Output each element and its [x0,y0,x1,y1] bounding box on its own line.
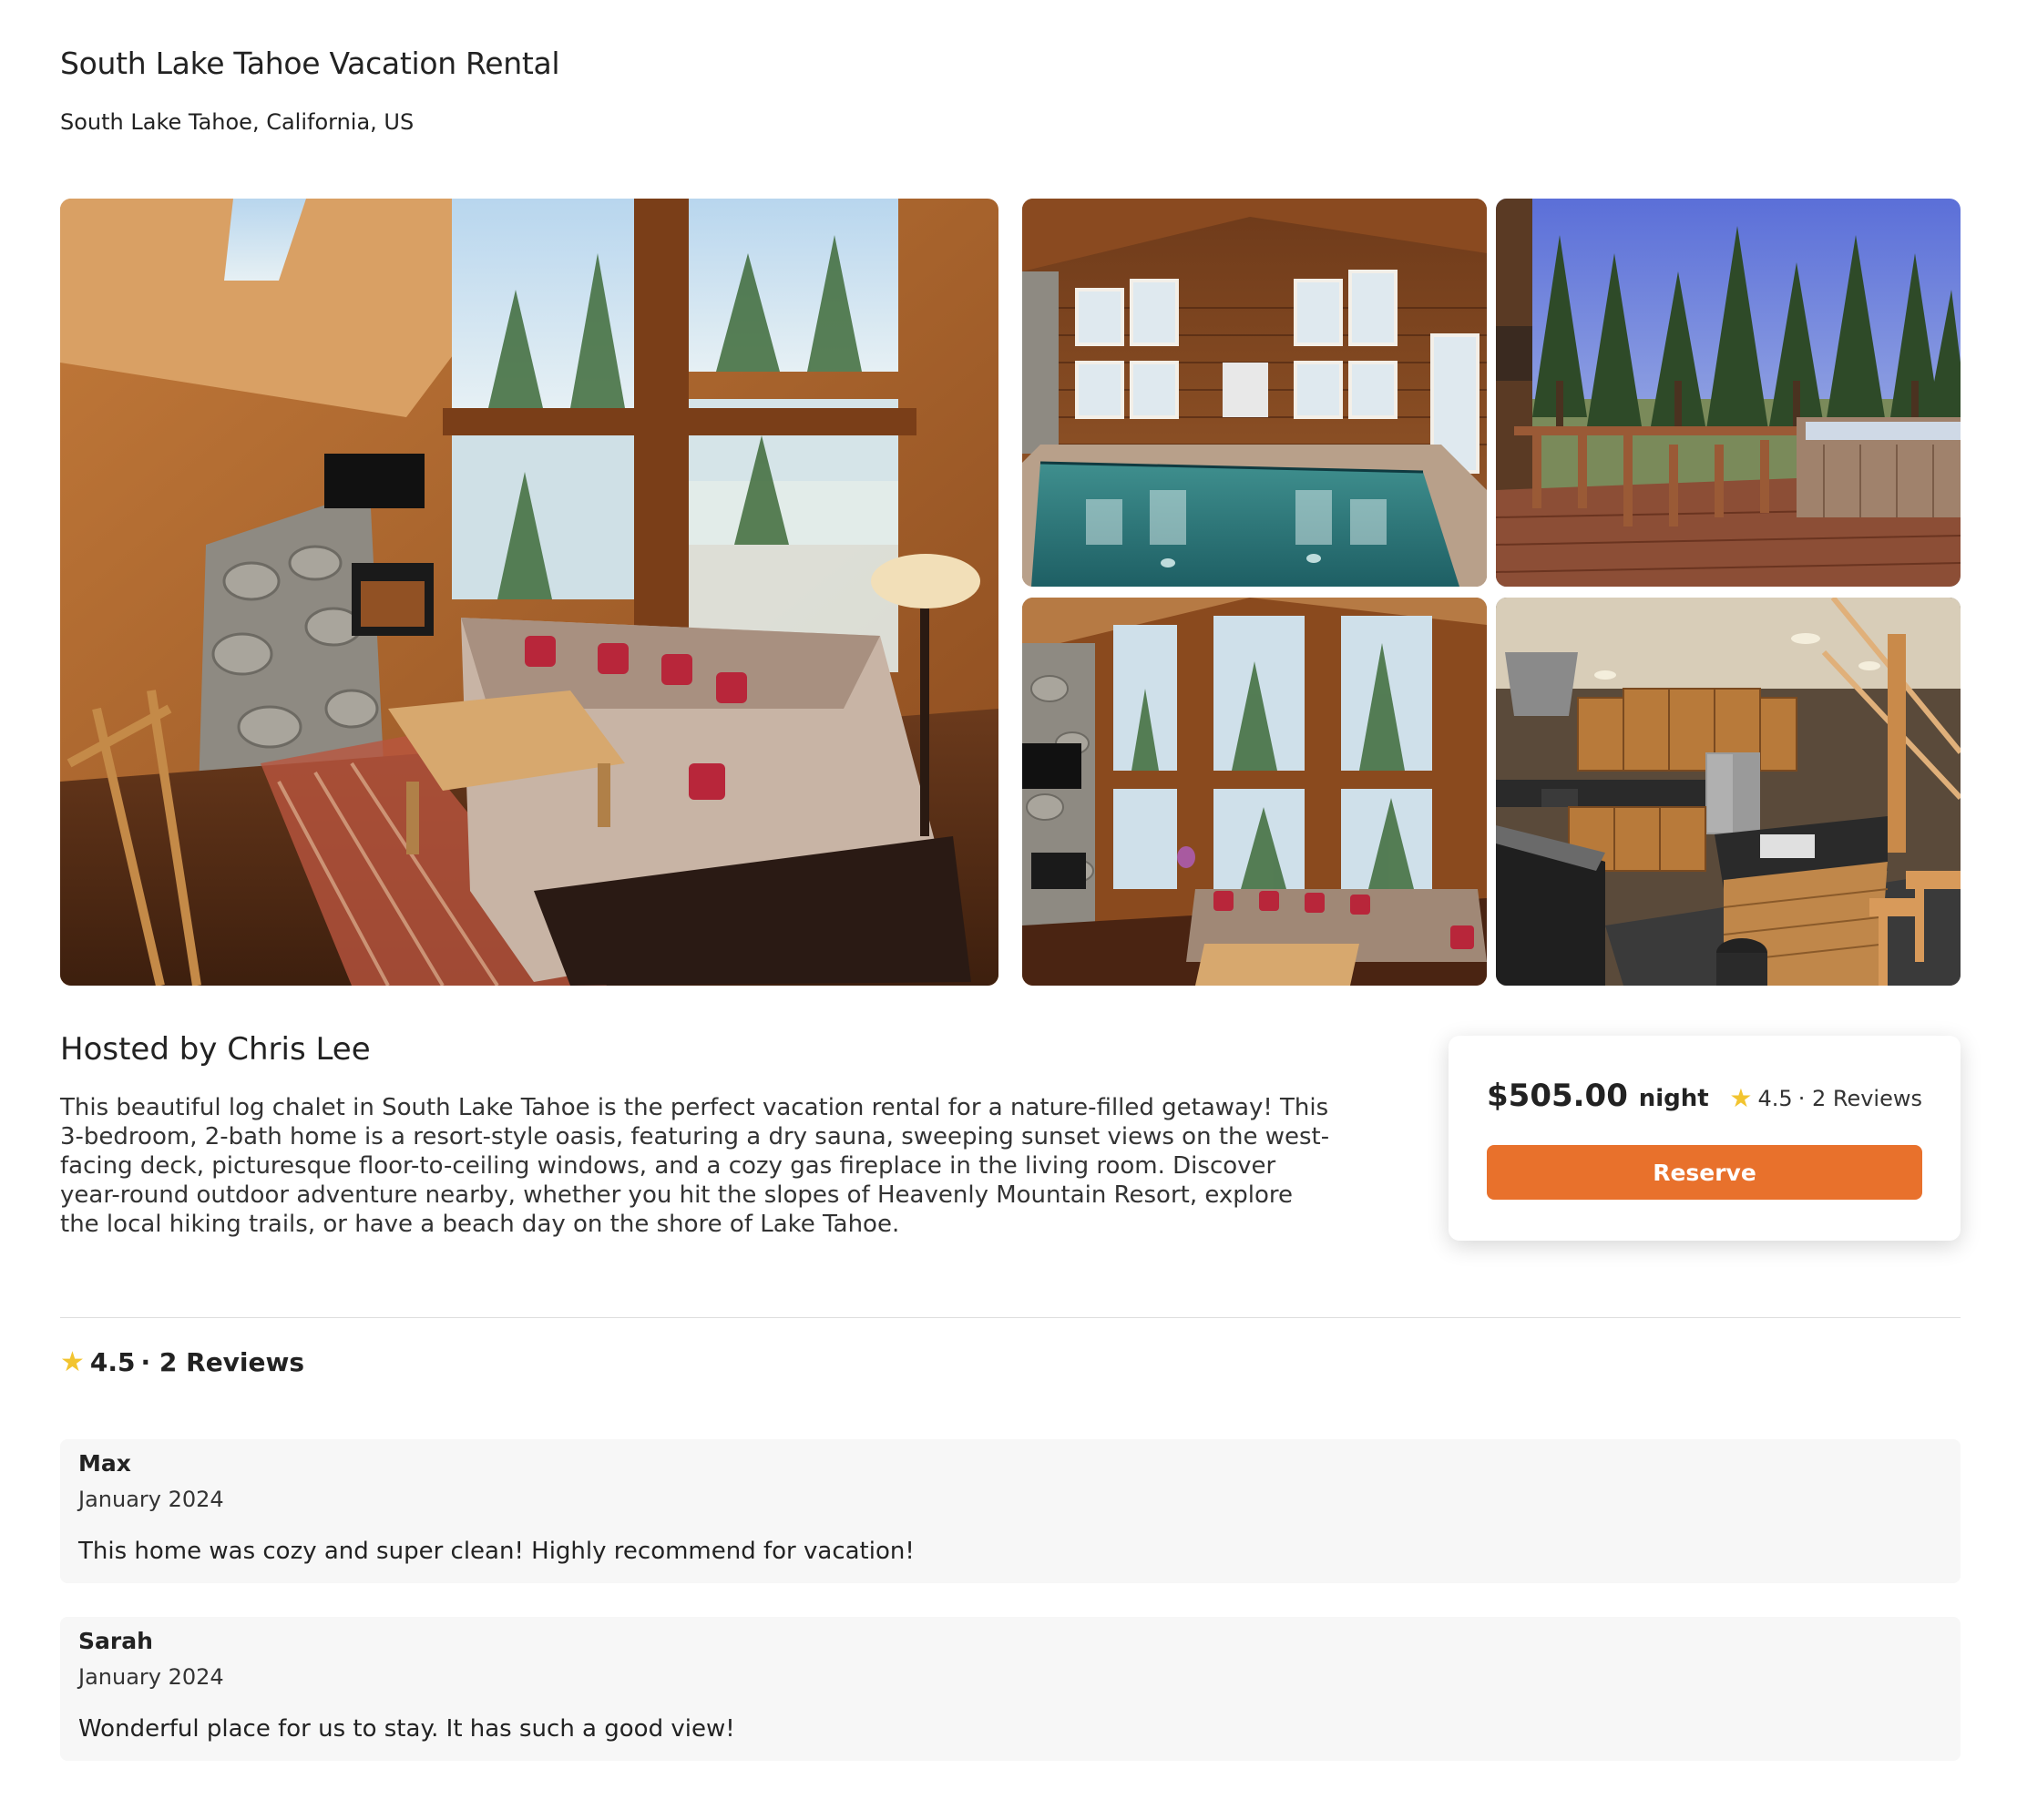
listing-location: South Lake Tahoe, California, US [60,109,415,135]
star-icon: ★ [60,1346,85,1378]
host-heading: Hosted by Chris Lee [60,1031,371,1068]
price-unit: night [1638,1085,1709,1112]
review-text: Wonderful place for us to stay. It has s… [78,1715,735,1743]
reviews-rating-value: 4.5 [89,1347,136,1377]
photo-indoor-pool[interactable] [1022,199,1487,587]
review-card: Max January 2024 This home was cozy and … [60,1439,1961,1583]
photo-deck-hot-tub[interactable] [1496,199,1961,587]
listing-description: This beautiful log chalet in South Lake … [60,1094,1330,1238]
booking-card: $505.00 night ★ 4.5 · 2 Reviews Reserve [1449,1036,1961,1241]
section-divider [60,1317,1961,1318]
photo-living-room[interactable] [60,199,998,986]
card-rating-value: 4.5 [1757,1085,1793,1111]
photo-living-room-windows[interactable] [1022,598,1487,986]
listing-title: South Lake Tahoe Vacation Rental [60,46,560,81]
photo-gallery [60,199,1961,986]
review-date: January 2024 [78,1487,224,1512]
review-date: January 2024 [78,1664,224,1690]
price-amount: $505.00 [1487,1078,1628,1114]
card-rating: ★ 4.5 · 2 Reviews [1729,1083,1922,1113]
card-reviews-count: · 2 Reviews [1797,1085,1922,1111]
review-card: Sarah January 2024 Wonderful place for u… [60,1617,1961,1761]
star-icon: ★ [1729,1083,1753,1113]
reviews-count: · 2 Reviews [140,1347,305,1377]
review-text: This home was cozy and super clean! High… [78,1538,915,1565]
reserve-button[interactable]: Reserve [1487,1145,1922,1200]
reviewer-name: Sarah [78,1628,153,1654]
price: $505.00 night [1487,1078,1709,1114]
reviews-summary: ★ 4.5 · 2 Reviews [60,1346,304,1378]
reviewer-name: Max [78,1450,131,1477]
photo-kitchen[interactable] [1496,598,1961,986]
